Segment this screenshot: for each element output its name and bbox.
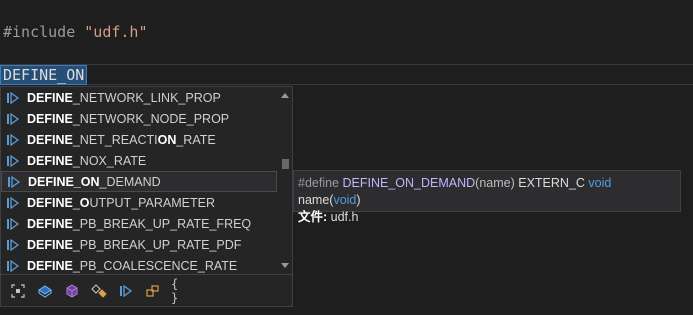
suggestion-match: DEFINE (27, 153, 73, 168)
macro-icon (7, 196, 20, 209)
suggestion-label: DEFINE_PB_BREAK_UP_RATE_PDF (27, 238, 241, 252)
suggestion-match: DEFINE (27, 195, 73, 210)
suggestion-label: DEFINE_PB_COALESCENCE_RATE (27, 259, 237, 273)
scroll-up-arrow-icon[interactable] (281, 93, 289, 98)
macro-icon (7, 217, 20, 230)
suggestion-rest: _NET_REACTI (72, 132, 158, 147)
macro-icon (8, 175, 21, 188)
tooltip-file-row: 文件: udf.h (298, 209, 676, 226)
suggestion-item[interactable]: DEFINE_NOX_RATE (1, 150, 277, 171)
expand-icon[interactable] (9, 282, 27, 300)
class-icon[interactable] (144, 282, 162, 300)
suggestion-rest: _RATE (176, 132, 216, 147)
suggestion-label: DEFINE_ON_DEMAND (28, 175, 161, 189)
variable-icon[interactable] (36, 282, 54, 300)
macro-icon[interactable] (117, 282, 135, 300)
suggestion-label: DEFINE_PB_BREAK_UP_RATE_FREQ (27, 217, 251, 231)
autocomplete-scrollbar[interactable] (278, 87, 292, 274)
tooltip-void-return: void (588, 176, 612, 190)
autocomplete-filter-bar: { } (0, 275, 293, 307)
macro-icon (7, 259, 20, 272)
include-directive: #include (3, 23, 76, 41)
tooltip-macro-name: DEFINE_ON_DEMAND (342, 176, 476, 190)
suggestion-rest: _PB_BREAK_UP_RATE_FREQ (72, 216, 252, 231)
braces-icon[interactable]: { } (171, 277, 189, 305)
suggestion-rest: _NETWORK_NODE_PROP (72, 111, 230, 126)
current-typed-text[interactable]: DEFINE_ON (0, 65, 88, 85)
scroll-thumb[interactable] (282, 159, 289, 169)
suggestion-match: ON (157, 132, 177, 147)
suggestion-label: DEFINE_NET_REACTION_RATE (27, 133, 216, 147)
tooltip-file-label: 文件: (298, 210, 328, 224)
suggestion-label: DEFINE_OUTPUT_PARAMETER (27, 196, 215, 210)
autocomplete-list[interactable]: DEFINE_NETWORK_LINK_PROP DEFINE_NETWORK_N… (0, 86, 293, 275)
include-filename: "udf.h" (84, 23, 148, 41)
suggestion-item[interactable]: DEFINE_NETWORK_NODE_PROP (1, 108, 277, 129)
suggestion-match: DEFINE (27, 237, 73, 252)
suggestion-item[interactable]: DEFINE_NET_REACTION_RATE (1, 129, 277, 150)
suggestion-label: DEFINE_NETWORK_NODE_PROP (27, 112, 229, 126)
tooltip-fn-name: name( (298, 193, 334, 207)
suggestion-rest: _NOX_RATE (72, 153, 147, 168)
suggestion-match: DEFINE (27, 132, 73, 147)
suggestion-rest: UTPUT_PARAMETER (89, 195, 216, 210)
current-line-highlight (0, 64, 693, 85)
enum-icon[interactable] (90, 282, 108, 300)
suggestion-match: DEFINE (27, 111, 73, 126)
macro-icon (7, 133, 20, 146)
suggestion-item[interactable]: DEFINE_NETWORK_LINK_PROP (1, 87, 277, 108)
suggestion-item[interactable]: DEFINE_ON_DEMAND (1, 171, 277, 192)
suggestion-rest: _PB_BREAK_UP_RATE_PDF (72, 237, 242, 252)
code-line-include[interactable]: #include "udf.h" (3, 23, 148, 41)
suggestion-item[interactable]: DEFINE_OUTPUT_PARAMETER (1, 192, 277, 213)
suggestion-match: DEFINE_ON (28, 174, 100, 189)
suggestion-label: DEFINE_NOX_RATE (27, 154, 146, 168)
suggestion-rest: _PB_COALESCENCE_RATE (72, 258, 238, 273)
suggestion-label: DEFINE_NETWORK_LINK_PROP (27, 91, 221, 105)
quick-info-tooltip: #define DEFINE_ON_DEMAND(name) EXTERN_C … (293, 170, 681, 224)
tooltip-void-param: void (333, 193, 357, 207)
cube-icon[interactable] (63, 282, 81, 300)
tooltip-file-name: udf.h (330, 210, 359, 224)
suggestion-rest: _DEMAND (99, 174, 161, 189)
tooltip-close-paren: ) (356, 193, 361, 207)
suggestion-item[interactable]: DEFINE_PB_BREAK_UP_RATE_FREQ (1, 213, 277, 234)
suggestion-match: DEFINE (27, 90, 73, 105)
tooltip-param: (name) (475, 176, 515, 190)
macro-icon (7, 91, 20, 104)
tooltip-define-keyword: #define (298, 176, 340, 190)
tooltip-extern: EXTERN_C (518, 176, 585, 190)
suggestion-match: O (79, 195, 90, 210)
suggestion-rest: _NETWORK_LINK_PROP (72, 90, 221, 105)
suggestion-match: DEFINE (27, 258, 73, 273)
suggestion-item[interactable]: DEFINE_PB_COALESCENCE_RATE (1, 255, 277, 276)
suggestion-rest: _ (72, 195, 80, 210)
macro-icon (7, 154, 20, 167)
tooltip-signature: #define DEFINE_ON_DEMAND(name) EXTERN_C … (298, 175, 676, 209)
scroll-down-arrow-icon[interactable] (281, 263, 289, 268)
macro-icon (7, 238, 20, 251)
macro-icon (7, 112, 20, 125)
suggestion-match: DEFINE (27, 216, 73, 231)
suggestion-item[interactable]: DEFINE_PB_BREAK_UP_RATE_PDF (1, 234, 277, 255)
